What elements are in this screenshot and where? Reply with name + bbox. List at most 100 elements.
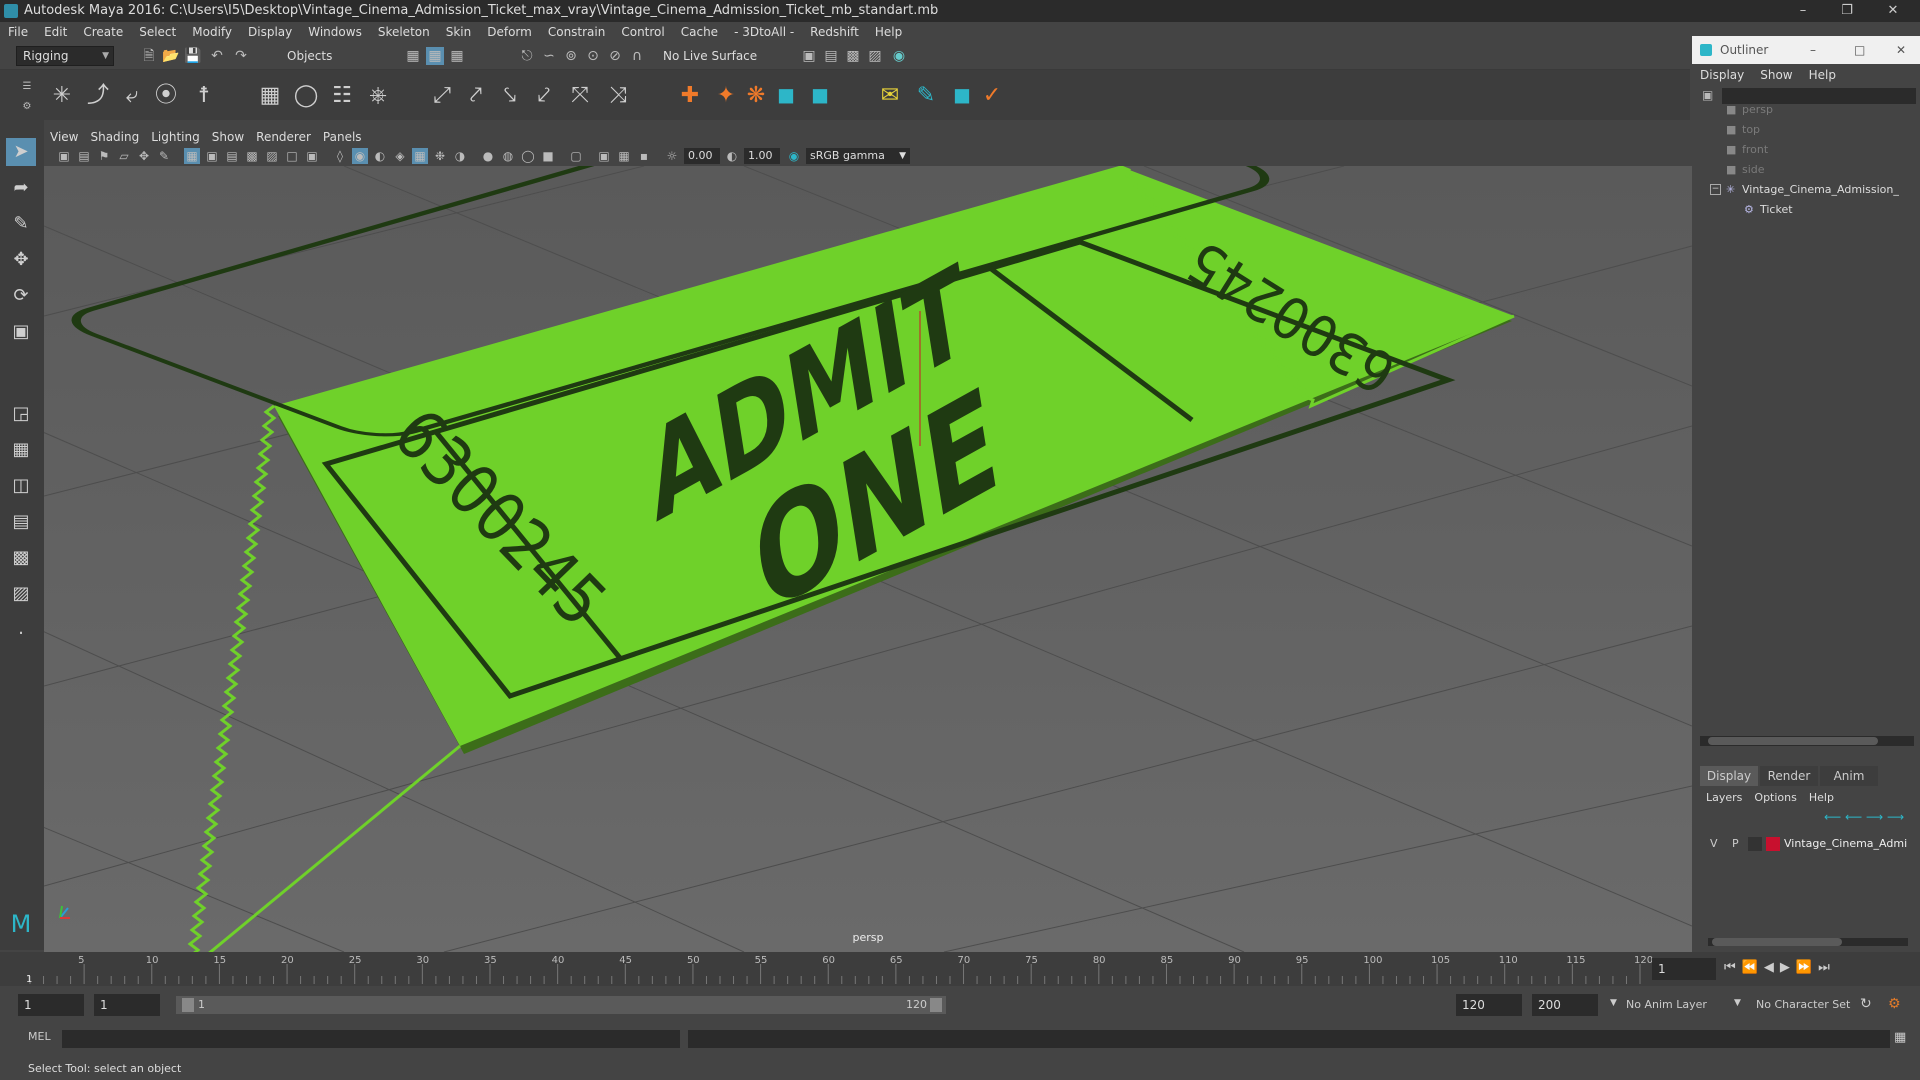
locator-icon[interactable]: ✚	[676, 82, 704, 110]
character-controls-icon[interactable]: ◼	[806, 82, 834, 110]
orient-joint-icon[interactable]: ☨	[190, 82, 218, 110]
single-view-icon[interactable]: ◲	[6, 400, 36, 428]
xray-joints-icon[interactable]: ▦	[616, 148, 632, 164]
menu-11[interactable]: Control	[613, 22, 672, 42]
menu-2[interactable]: Create	[75, 22, 131, 42]
layer-type-box[interactable]	[1748, 837, 1762, 851]
gate-mask-icon[interactable]: ▩	[244, 148, 260, 164]
grease-pencil-icon[interactable]: ✎	[156, 148, 172, 164]
outliner-item[interactable]: ■ front	[1692, 140, 1920, 160]
anim-layer-dropdown[interactable]: No Anim Layer	[1626, 994, 1707, 1016]
menu-10[interactable]: Constrain	[540, 22, 614, 42]
restore-icon[interactable]: ❐	[1826, 0, 1868, 22]
menu-6[interactable]: Windows	[300, 22, 370, 42]
script-editor-layout-icon[interactable]: ▨	[6, 580, 36, 608]
menu-set-dropdown[interactable]: Rigging ▼	[16, 46, 114, 66]
depth-of-field-icon[interactable]: ■	[540, 148, 556, 164]
menu-15[interactable]: Help	[867, 22, 910, 42]
render-frame-icon[interactable]: ▤	[822, 47, 840, 65]
collapse-icon[interactable]: −	[1710, 184, 1721, 195]
snap-view-icon[interactable]: ⊙	[584, 47, 602, 65]
aim-constraint-icon[interactable]: ⤤	[462, 82, 490, 110]
playback-end-field[interactable]: 120	[1456, 994, 1522, 1016]
restore-icon[interactable]: □	[1854, 36, 1865, 64]
orient-constraint-icon[interactable]: ⤥	[496, 82, 524, 110]
layer-menu-options[interactable]: Options	[1748, 789, 1802, 807]
render-settings-icon[interactable]: ▨	[866, 47, 884, 65]
time-slider[interactable]: 5 10 15 20 25 30 35 40 45 50 55 60 65 70 75 80 85 90 95 100…	[0, 952, 1920, 986]
wireframe-icon[interactable]: ◊	[332, 148, 348, 164]
anti-aliasing-icon[interactable]: ◯	[520, 148, 536, 164]
ik-spline-icon[interactable]: ⤶	[118, 82, 146, 110]
layer-hscrollbar[interactable]	[1708, 938, 1908, 946]
outliner-menu-display[interactable]: Display	[1692, 66, 1752, 84]
shadows-icon[interactable]: ◑	[452, 148, 468, 164]
snap-point-icon[interactable]: ⊚	[562, 47, 580, 65]
hypershade-icon[interactable]: ◉	[890, 47, 908, 65]
selection-mode-dropdown[interactable]: Objects	[280, 46, 382, 66]
select-by-object-icon[interactable]: ▦	[426, 47, 444, 65]
scrollbar-thumb[interactable]	[1708, 737, 1878, 745]
layer-menu-help[interactable]: Help	[1803, 789, 1840, 807]
menu-4[interactable]: Modify	[184, 22, 240, 42]
human-ik-icon[interactable]: ◼	[772, 82, 800, 110]
ambient-occlusion-icon[interactable]: ●	[480, 148, 496, 164]
select-by-hierarchy-icon[interactable]: ▦	[404, 47, 422, 65]
bookmark-icon[interactable]: ⚑	[96, 148, 112, 164]
persp-graph-layout-icon[interactable]: ▤	[6, 508, 36, 536]
xray-icon[interactable]: ▣	[596, 148, 612, 164]
layer-visibility-toggle[interactable]: V	[1710, 834, 1718, 854]
pole-vector-icon[interactable]: ⤨	[604, 82, 632, 110]
close-icon[interactable]: ✕	[1896, 36, 1906, 64]
ticket-mesh[interactable]: ADMIT ONE 6300245 6300245	[54, 166, 1515, 952]
outliner-item[interactable]: ⚙ Ticket	[1692, 200, 1920, 220]
persp-outliner-layout-icon[interactable]: ◫	[6, 472, 36, 500]
layer-row[interactable]: V P Vintage_Cinema_Admi	[1704, 834, 1914, 854]
motion-blur-icon[interactable]: ◍	[500, 148, 516, 164]
2d-pan-zoom-icon[interactable]: ✥	[136, 148, 152, 164]
hypershade-layout-icon[interactable]: ▩	[6, 544, 36, 572]
layer-menu-layers[interactable]: Layers	[1700, 789, 1748, 807]
outliner-menu-show[interactable]: Show	[1752, 66, 1800, 84]
view-transform-dropdown[interactable]: sRGB gamma ▼	[806, 148, 910, 164]
shelf-menu-icon[interactable]: ☰	[18, 78, 36, 96]
auto-key-icon[interactable]: ↻	[1860, 996, 1872, 1012]
panel-menu-show[interactable]: Show	[206, 128, 250, 146]
scale-tool-icon[interactable]: ▣	[6, 318, 36, 346]
snap-curve-icon[interactable]: ∽	[540, 47, 558, 65]
menu-7[interactable]: Skeleton	[370, 22, 438, 42]
gamma-icon[interactable]: ◐	[724, 148, 740, 164]
blend-shape-icon[interactable]: ✎	[912, 82, 940, 110]
close-icon[interactable]: ✕	[1872, 0, 1914, 22]
animation-prefs-icon[interactable]: ⚙	[1888, 996, 1901, 1012]
scrollbar-thumb[interactable]	[1712, 938, 1842, 946]
outliner-item[interactable]: ■ persp	[1692, 100, 1920, 120]
outliner-menu-help[interactable]: Help	[1801, 66, 1844, 84]
start-time-field[interactable]: 1	[18, 994, 84, 1016]
menu-14[interactable]: Redshift	[802, 22, 867, 42]
layer-tab-display[interactable]: Display	[1700, 766, 1758, 786]
menu-13[interactable]: - 3DtoAll -	[726, 22, 802, 42]
wireframe-on-shaded-icon[interactable]: ◈	[392, 148, 408, 164]
safe-action-icon[interactable]: □	[284, 148, 300, 164]
smooth-shade-icon[interactable]: ◉	[352, 148, 368, 164]
gamma-field[interactable]: 1.00	[744, 148, 780, 164]
layer-tab-render[interactable]: Render	[1760, 766, 1818, 786]
shelf-settings-icon[interactable]: ⚙	[18, 98, 36, 116]
menu-0[interactable]: File	[0, 22, 36, 42]
menu-8[interactable]: Skin	[438, 22, 480, 42]
magnet-icon[interactable]: ∩	[628, 47, 646, 65]
joint-tool-icon[interactable]: ✳	[48, 82, 76, 110]
film-gate-icon[interactable]: ▣	[204, 148, 220, 164]
character-set-dropdown[interactable]: No Character Set	[1756, 994, 1850, 1016]
render-view-icon[interactable]: ▣	[800, 47, 818, 65]
skeleton-icon[interactable]: ❋	[742, 82, 770, 110]
default-lighting-icon[interactable]: ◐	[372, 148, 388, 164]
select-tool-icon[interactable]: ➤	[6, 138, 36, 166]
open-scene-icon[interactable]: 📂	[162, 47, 180, 65]
panel-menu-view[interactable]: View	[44, 128, 84, 146]
snap-surface-icon[interactable]: ⊘	[606, 47, 624, 65]
four-view-icon[interactable]: ▦	[6, 436, 36, 464]
isolate-select-icon[interactable]: ▢	[568, 148, 584, 164]
snap-grid-icon[interactable]: ⎋	[518, 47, 536, 65]
